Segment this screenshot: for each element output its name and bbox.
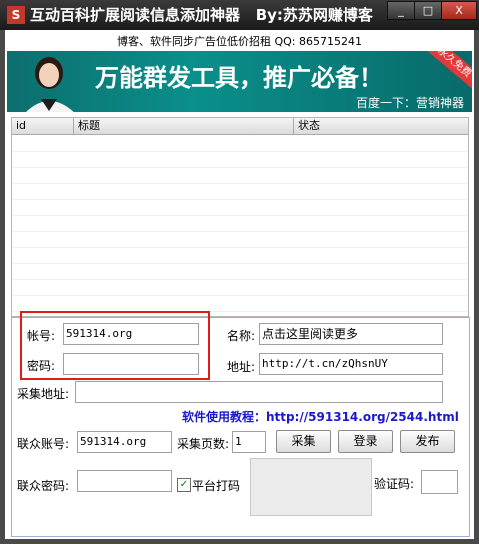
list-row: [12, 263, 468, 280]
app-icon: S: [7, 6, 25, 24]
banner-slogan: 万能群发工具，推广必备！: [95, 63, 383, 92]
address-input[interactable]: http://t.cn/zQhsnUY: [259, 353, 443, 375]
platform-captcha-checkbox[interactable]: ✓: [177, 478, 191, 492]
publish-button[interactable]: 发布: [400, 430, 455, 453]
column-header-status[interactable]: 状态: [294, 118, 468, 134]
window-title-text: 互动百科扩展阅读信息添加神器: [30, 6, 241, 24]
list-row: [12, 215, 468, 232]
login-button[interactable]: 登录: [338, 430, 393, 453]
union-password-input[interactable]: [77, 470, 172, 492]
list-row: [12, 231, 468, 248]
banner-ribbon: 永久免费: [418, 51, 472, 95]
pages-label: 采集页数:: [177, 437, 230, 451]
address-label: 地址:: [227, 360, 256, 374]
list-row: [12, 183, 468, 200]
minimize-button[interactable]: _: [387, 1, 415, 20]
list-header: id 标题 状态: [12, 118, 468, 135]
list-row: [12, 199, 468, 216]
person-illustration-icon: [26, 57, 74, 112]
app-window: S 互动百科扩展阅读信息添加神器 By:苏苏网赚博客 _ □ X 博客、软件同步…: [0, 0, 479, 544]
list-row: [12, 135, 468, 152]
list-row: [12, 279, 468, 296]
union-account-label: 联众账号:: [17, 437, 70, 451]
collect-url-input[interactable]: [75, 381, 443, 403]
maximize-button[interactable]: □: [414, 1, 442, 20]
name-input[interactable]: 点击这里阅读更多: [259, 323, 443, 345]
platform-captcha-label[interactable]: 平台打码: [192, 477, 240, 494]
list-row: [12, 295, 468, 312]
collect-url-label: 采集地址:: [17, 387, 70, 401]
union-password-label: 联众密码:: [17, 479, 70, 493]
window-author-text: By:苏苏网赚博客: [255, 6, 373, 24]
title-bar[interactable]: S 互动百科扩展阅读信息添加神器 By:苏苏网赚博客 _ □ X: [0, 0, 479, 30]
captcha-image: [250, 458, 372, 516]
captcha-label: 验证码:: [374, 477, 415, 491]
ad-banner[interactable]: 万能群发工具，推广必备！ 百度一下：营销神器 永久免费: [7, 51, 472, 112]
client-area: 博客、软件同步广告位低价招租 QQ: 865715241 万能群发工具，推广必备…: [5, 30, 474, 539]
result-list[interactable]: id 标题 状态: [11, 117, 469, 317]
ad-text: 博客、软件同步广告位低价招租 QQ: 865715241: [116, 35, 362, 48]
window-title: 互动百科扩展阅读信息添加神器 By:苏苏网赚博客: [30, 4, 373, 25]
pages-input[interactable]: 1: [232, 431, 266, 453]
name-label: 名称:: [227, 329, 256, 343]
list-row: [12, 151, 468, 168]
banner-subtitle: 百度一下：营销神器: [355, 96, 464, 110]
close-button[interactable]: X: [441, 1, 477, 20]
column-header-id[interactable]: id: [12, 118, 74, 134]
union-account-input[interactable]: 591314.org: [77, 431, 172, 453]
tutorial-link[interactable]: 软件使用教程：http://591314.org/2544.html: [182, 408, 459, 425]
captcha-input[interactable]: [421, 470, 458, 494]
highlight-box: [20, 311, 210, 380]
list-row: [12, 247, 468, 264]
collect-button[interactable]: 采集: [276, 430, 331, 453]
list-row: [12, 167, 468, 184]
column-header-title[interactable]: 标题: [74, 118, 294, 134]
